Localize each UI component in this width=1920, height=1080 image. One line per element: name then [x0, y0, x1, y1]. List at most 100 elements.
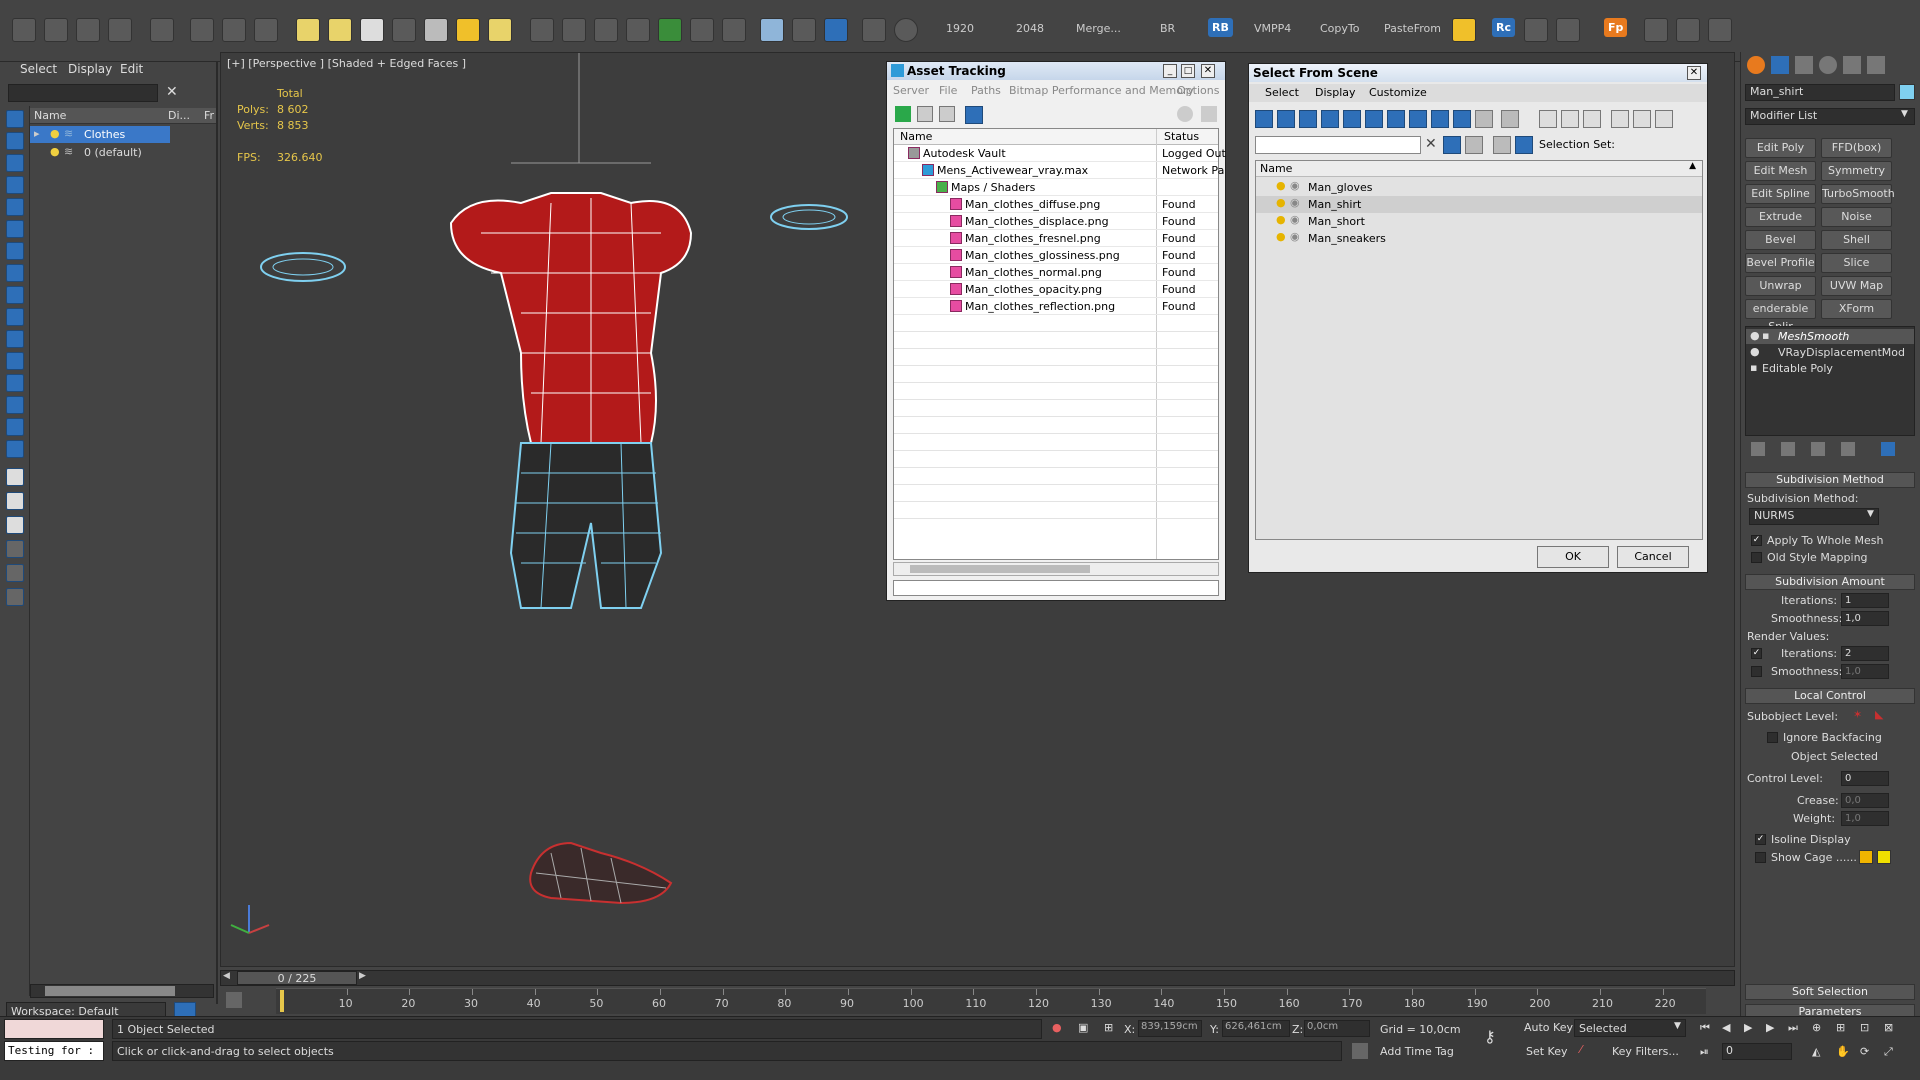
link-icon[interactable]	[190, 18, 214, 42]
modifier-button[interactable]: Edit Spline	[1745, 184, 1816, 204]
chevron-down-icon[interactable]: ▼	[1901, 109, 1908, 119]
sfs-object-row[interactable]: ● ◉ Man_sneakers	[1256, 230, 1702, 247]
vertex-icon[interactable]: ✶	[1853, 708, 1862, 721]
timeline-track[interactable]: 10 20 30 40 50 60 70 80 90 100 110 120 130 140 150 160 1…	[276, 988, 1706, 1014]
render-smoothness-spinner[interactable]: 1,0	[1841, 664, 1889, 679]
key-mode-icon[interactable]: ⏯	[1700, 1045, 1709, 1059]
filter-sort-icon[interactable]	[1633, 110, 1651, 128]
object-color-swatch[interactable]	[1899, 84, 1915, 100]
close-icon[interactable]: ✕	[1201, 64, 1215, 78]
toolbar-text-1920[interactable]: 1920	[946, 22, 974, 35]
column-status[interactable]: Status	[1164, 130, 1199, 143]
current-frame-field[interactable]: 0	[1722, 1043, 1792, 1060]
minimize-icon[interactable]: _	[1163, 64, 1177, 78]
toolbar-pastefrom-button[interactable]: PasteFrom	[1384, 22, 1441, 35]
modifier-list-dropdown[interactable]: Modifier List	[1745, 108, 1915, 125]
add-time-tag-button[interactable]: Add Time Tag	[1380, 1045, 1454, 1058]
particle-icon[interactable]	[530, 18, 554, 42]
orbit-icon[interactable]: ⟳	[1860, 1045, 1869, 1058]
cone-icon[interactable]	[424, 18, 448, 42]
filter-lights-icon[interactable]	[1299, 110, 1317, 128]
clone-icon[interactable]	[6, 440, 24, 458]
scrollbar-thumb[interactable]	[910, 565, 1090, 573]
wrench-icon[interactable]	[1644, 18, 1668, 42]
select-tool-icon[interactable]	[6, 110, 24, 128]
unlink-icon[interactable]	[254, 18, 278, 42]
select-from-scene-dialog[interactable]: Select From Scene ✕ Select Display Custo…	[1248, 63, 1708, 573]
column-name[interactable]: Name	[900, 130, 932, 143]
scene-item-clothes[interactable]: ▸ ● ≋ Clothes	[30, 126, 170, 143]
filter-containers-icon[interactable]	[1453, 110, 1471, 128]
light-bulb-icon[interactable]: ●	[1750, 329, 1760, 342]
light-bulb-icon[interactable]: ●	[1276, 179, 1286, 192]
asset-row[interactable]: Man_clothes_opacity.png Found	[894, 281, 1218, 298]
time-slider[interactable]: ◀ 0 / 225 ▶	[220, 970, 1735, 986]
filter-hidden-icon[interactable]	[1501, 110, 1519, 128]
sfs-menu-display[interactable]: Display	[1315, 86, 1356, 99]
modifier-button[interactable]: Bevel Profile	[1745, 253, 1816, 273]
modifier-button[interactable]: UVW Map	[1821, 276, 1892, 296]
render-iterations-checkbox[interactable]: ✓	[1751, 648, 1762, 659]
modifier-button[interactable]: Edit Mesh	[1745, 161, 1816, 181]
warning-icon[interactable]	[1452, 18, 1476, 42]
spacing-icon[interactable]	[6, 418, 24, 436]
sfs-search-input[interactable]	[1255, 136, 1421, 154]
filter-cameras-icon[interactable]	[1321, 110, 1339, 128]
maximize-icon[interactable]: □	[1181, 64, 1195, 78]
help-icon[interactable]	[1177, 106, 1193, 122]
scene-explorer-search-input[interactable]	[8, 84, 158, 102]
filter-shapes-icon[interactable]	[1277, 110, 1295, 128]
pin-stack-icon[interactable]	[1751, 442, 1765, 456]
asset-menu-options[interactable]: Options	[1177, 84, 1219, 97]
asset-row[interactable]: Man_clothes_fresnel.png Found	[894, 230, 1218, 247]
toolbar-rb-button[interactable]: RB	[1208, 18, 1233, 37]
bind-icon[interactable]	[222, 18, 246, 42]
light-bulb-icon[interactable]: ●	[50, 145, 60, 158]
weight-spinner[interactable]: 1,0	[1841, 811, 1889, 826]
expand-arrow-icon[interactable]: ▸	[34, 127, 40, 140]
zoom-extents-icon[interactable]: ⊡	[1860, 1021, 1869, 1034]
render-smoothness-checkbox[interactable]	[1751, 666, 1762, 677]
group-icon[interactable]	[6, 330, 24, 348]
scene-explorer-menu-display[interactable]: Display	[68, 62, 112, 76]
utilities-tab-icon[interactable]	[1867, 56, 1885, 74]
hierarchy-tab-icon[interactable]	[1795, 56, 1813, 74]
filter-xrefs-icon[interactable]	[1409, 110, 1427, 128]
maxscript-listener-pink[interactable]	[4, 1019, 104, 1039]
clear-search-icon[interactable]: ✕	[166, 84, 178, 100]
scene-item-default-layer[interactable]: ● ≋ 0 (default)	[30, 144, 170, 161]
align-icon[interactable]	[6, 374, 24, 392]
sfs-object-row[interactable]: ● ◉ Man_short	[1256, 213, 1702, 230]
helper-icon[interactable]	[6, 242, 24, 260]
hair-icon[interactable]	[626, 18, 650, 42]
smoothness-spinner[interactable]: 1,0	[1841, 611, 1889, 626]
stack-expand-icon[interactable]: ▪	[1762, 329, 1769, 342]
modifier-button[interactable]: XForm	[1821, 299, 1892, 319]
filter-bones-icon[interactable]	[1431, 110, 1449, 128]
time-cursor[interactable]	[280, 990, 284, 1012]
close-icon[interactable]: ✕	[1687, 66, 1701, 80]
collapse-icon[interactable]	[1655, 110, 1673, 128]
auto-key-button[interactable]: Auto Key	[1524, 1021, 1573, 1034]
settings-icon[interactable]	[1201, 106, 1217, 122]
stack-item-editable-poly[interactable]: ▪ Editable Poly	[1746, 361, 1914, 376]
cloth-icon[interactable]	[594, 18, 618, 42]
scene-list-icon[interactable]	[76, 18, 100, 42]
pan-icon[interactable]: ✋	[1836, 1045, 1850, 1058]
modify-tab-icon[interactable]	[1771, 56, 1789, 74]
z-coord-field[interactable]: 0,0cm	[1304, 1020, 1370, 1037]
y-coord-field[interactable]: 626,461cm	[1222, 1020, 1290, 1037]
sheet-icon[interactable]	[6, 516, 24, 534]
sort-arrow-icon[interactable]: ▲	[1689, 161, 1696, 171]
chevron-down-icon[interactable]: ▼	[1867, 509, 1874, 519]
help-icon[interactable]	[894, 18, 918, 42]
toolbar-copyto-button[interactable]: CopyTo	[1320, 22, 1359, 35]
create-tab-icon[interactable]	[1747, 56, 1765, 74]
scene-explorer-menu-select[interactable]: Select	[20, 62, 57, 76]
asset-row[interactable]: Man_clothes_glossiness.png Found	[894, 247, 1218, 264]
iterations-spinner[interactable]: 1	[1841, 593, 1889, 608]
filter-toggle-icon[interactable]	[1443, 136, 1461, 154]
stack-item-meshsmooth[interactable]: ● ▪ MeshSmooth	[1746, 329, 1914, 344]
filter-icon[interactable]	[1611, 110, 1629, 128]
column-freeze[interactable]: Fr	[204, 109, 214, 122]
